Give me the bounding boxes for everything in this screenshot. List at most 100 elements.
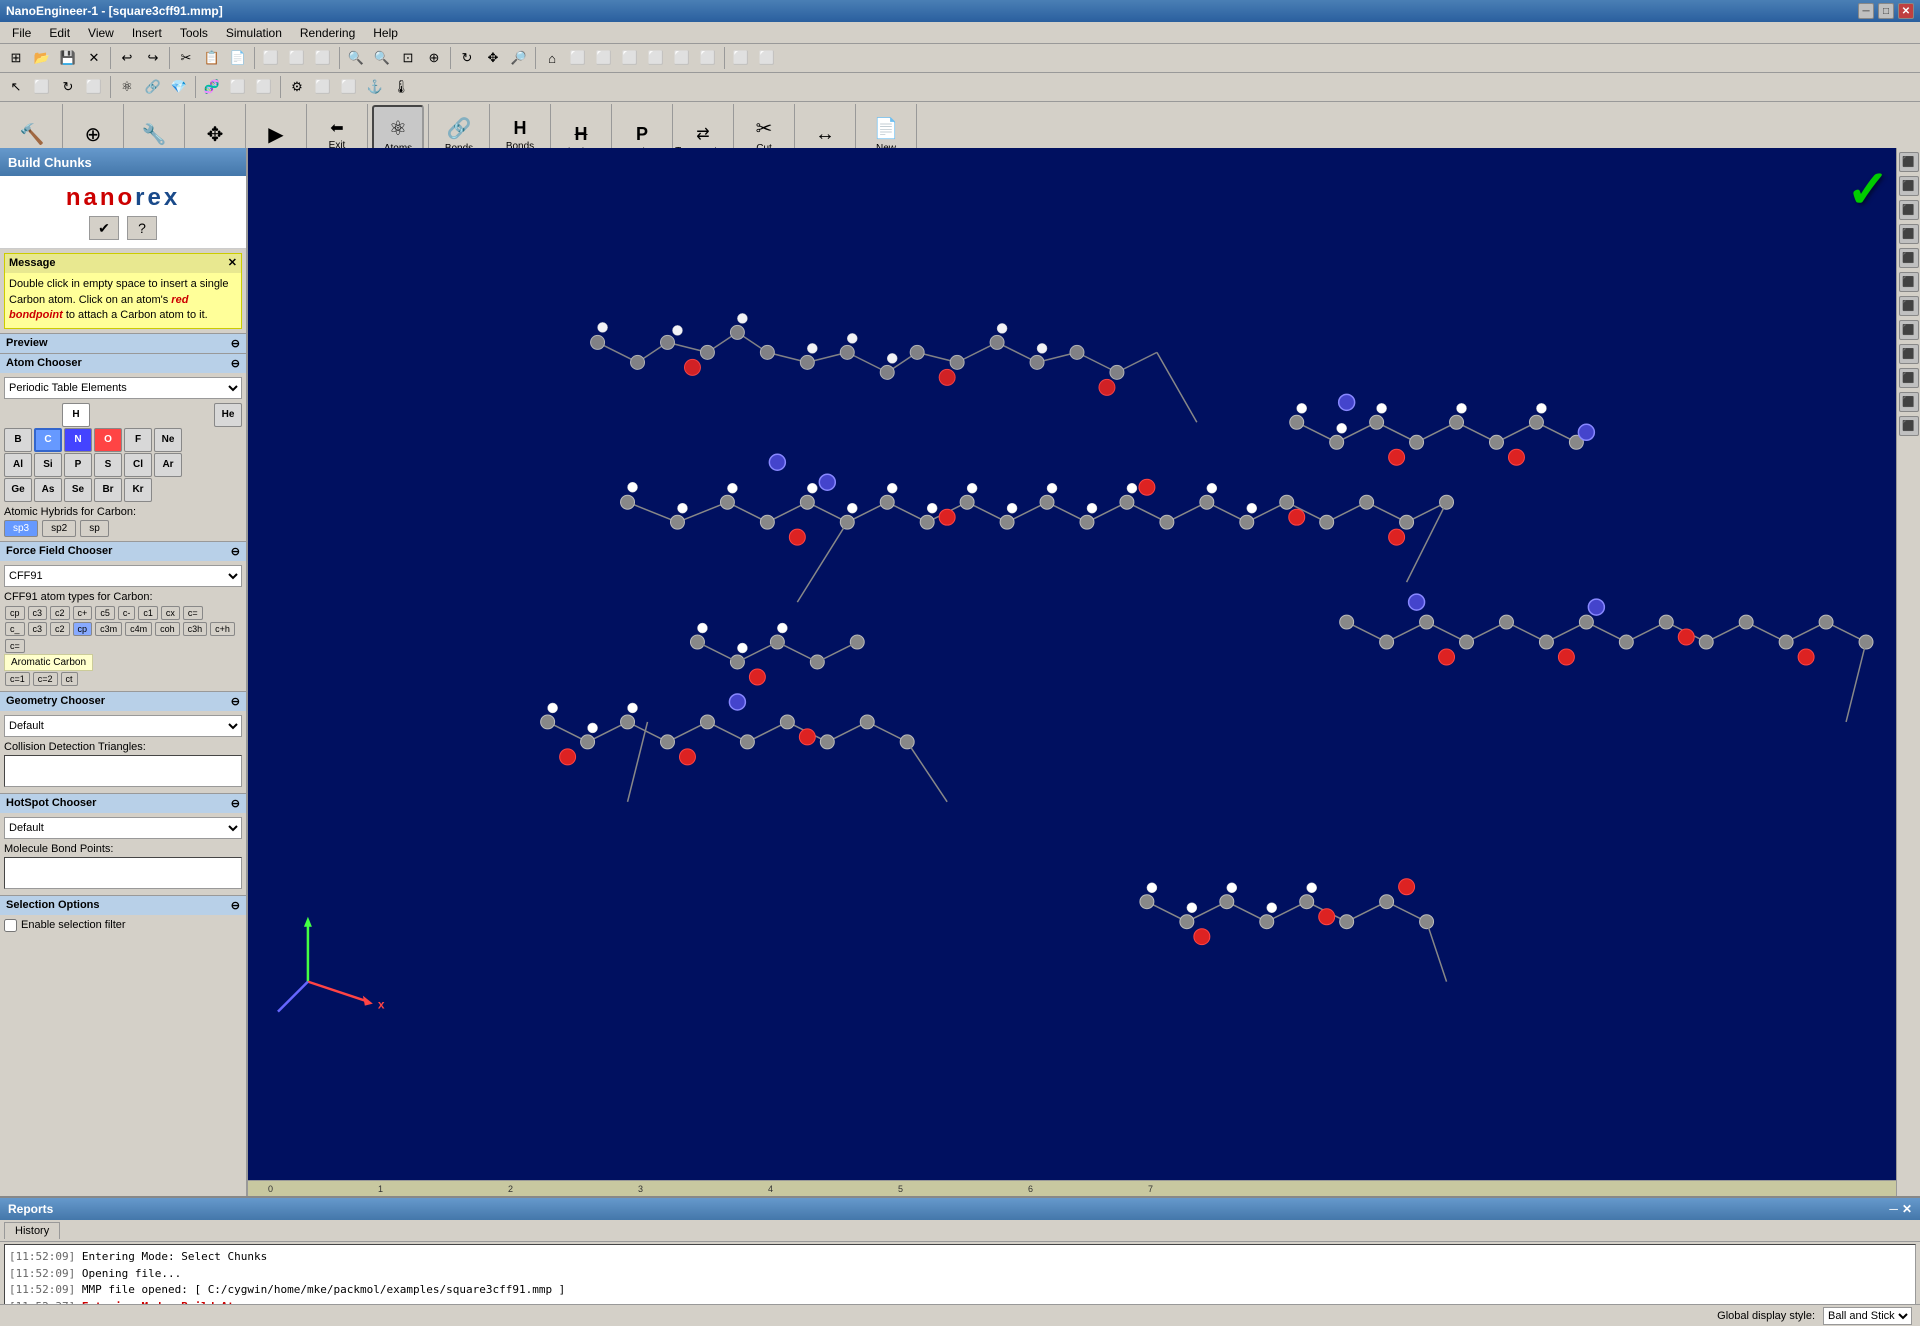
ff-ct[interactable]: ct [61, 672, 78, 686]
ff-c3[interactable]: c3 [28, 606, 48, 620]
tb2-dna[interactable]: 🧬 [200, 75, 224, 99]
right-btn-11[interactable]: ⬛ [1899, 392, 1919, 412]
tb-copy[interactable]: 📋 [200, 46, 224, 70]
ff-cp2[interactable]: cp [73, 622, 93, 636]
ff-c5[interactable]: c5 [95, 606, 115, 620]
element-C[interactable]: C [34, 428, 62, 452]
element-P[interactable]: P [64, 453, 92, 477]
ff-ceq[interactable]: c= [183, 606, 203, 620]
element-He[interactable]: He [214, 403, 242, 427]
tb-save[interactable]: 💾 [56, 46, 80, 70]
ff-c3m[interactable]: c3m [95, 622, 122, 636]
message-close[interactable]: ✕ [228, 256, 237, 271]
ff-cp[interactable]: cp [5, 606, 25, 620]
ff-ceqb[interactable]: c= [5, 639, 25, 653]
right-btn-4[interactable]: ⬛ [1899, 224, 1919, 244]
tb2-thermo[interactable]: 🌡 [389, 75, 413, 99]
tb-perspective[interactable]: ⬜ [729, 46, 753, 70]
selection-filter-checkbox[interactable] [4, 919, 17, 932]
tb-open[interactable]: 📂 [30, 46, 54, 70]
atom-chooser-header[interactable]: Atom Chooser ⊖ [0, 354, 246, 373]
geometry-toggle[interactable]: ⊖ [231, 695, 240, 708]
minimize-button[interactable]: ─ [1858, 3, 1874, 19]
menu-simulation[interactable]: Simulation [218, 24, 290, 42]
ff-c3b[interactable]: c3 [28, 622, 48, 636]
element-Si[interactable]: Si [34, 453, 62, 477]
menu-rendering[interactable]: Rendering [292, 24, 363, 42]
element-Se[interactable]: Se [64, 478, 92, 502]
ff-cx[interactable]: cx [161, 606, 180, 620]
tb-rotate[interactable]: ↻ [455, 46, 479, 70]
element-Br[interactable]: Br [94, 478, 122, 502]
reports-minimize[interactable]: ─ [1889, 1202, 1898, 1216]
element-Ar[interactable]: Ar [154, 453, 182, 477]
ff-c_[interactable]: c_ [5, 622, 25, 636]
tb2-select[interactable]: ↖ [4, 75, 28, 99]
selection-header[interactable]: Selection Options ⊖ [0, 896, 246, 915]
menu-edit[interactable]: Edit [41, 24, 78, 42]
ff-c1[interactable]: c1 [138, 606, 158, 620]
right-btn-1[interactable]: ⬛ [1899, 152, 1919, 172]
viewport[interactable]: x [248, 148, 1896, 1196]
tb-zoom[interactable]: 🔎 [507, 46, 531, 70]
tb2-rotate-sel[interactable]: ↻ [56, 75, 80, 99]
tb-redo[interactable]: ↪ [141, 46, 165, 70]
menu-file[interactable]: File [4, 24, 39, 42]
hotspot-toggle[interactable]: ⊖ [231, 797, 240, 810]
panel-scroll[interactable]: nanorex ✔ ? Message ✕ Double click in em… [0, 176, 246, 1196]
element-Al[interactable]: Al [4, 453, 32, 477]
right-btn-9[interactable]: ⬛ [1899, 344, 1919, 364]
tb-fit[interactable]: ⊡ [396, 46, 420, 70]
tb-invert[interactable]: ⬜ [311, 46, 335, 70]
tb2-spring[interactable]: ⬜ [337, 75, 361, 99]
ff-coh[interactable]: coh [155, 622, 180, 636]
molecule-viewport[interactable]: x [248, 148, 1896, 1196]
tb-bottom[interactable]: ⬜ [696, 46, 720, 70]
tb-zoom-in[interactable]: 🔍 [344, 46, 368, 70]
hotspot-header[interactable]: HotSpot Chooser ⊖ [0, 794, 246, 813]
right-btn-12[interactable]: ⬛ [1899, 416, 1919, 436]
display-style-select[interactable]: Ball and Stick CPK Lines Tubes VdW [1823, 1307, 1912, 1325]
right-btn-6[interactable]: ⬛ [1899, 272, 1919, 292]
tb-center[interactable]: ⊕ [422, 46, 446, 70]
tb-home[interactable]: ⌂ [540, 46, 564, 70]
tab-history[interactable]: History [4, 1222, 60, 1239]
force-field-header[interactable]: Force Field Chooser ⊖ [0, 542, 246, 561]
tb2-bonds[interactable]: 🔗 [141, 75, 165, 99]
tb-pan[interactable]: ✥ [481, 46, 505, 70]
tb-new[interactable]: ⊞ [4, 46, 28, 70]
element-Ne[interactable]: Ne [154, 428, 182, 452]
preview-toggle[interactable]: ⊖ [231, 337, 240, 350]
ff-c3h[interactable]: c3h [183, 622, 208, 636]
selection-toggle[interactable]: ⊖ [231, 899, 240, 912]
tb2-motor[interactable]: ⚙ [285, 75, 309, 99]
geometry-header[interactable]: Geometry Chooser ⊖ [0, 692, 246, 711]
element-N[interactable]: N [64, 428, 92, 452]
right-btn-5[interactable]: ⬛ [1899, 248, 1919, 268]
tb-front[interactable]: ⬜ [566, 46, 590, 70]
tb-zoom-out[interactable]: 🔍 [370, 46, 394, 70]
ff-cplus[interactable]: c+ [73, 606, 93, 620]
element-Kr[interactable]: Kr [124, 478, 152, 502]
tb-cut[interactable]: ✂ [174, 46, 198, 70]
tb-back[interactable]: ⬜ [592, 46, 616, 70]
tb-paste[interactable]: 📄 [226, 46, 250, 70]
menu-tools[interactable]: Tools [172, 24, 216, 42]
element-O[interactable]: O [94, 428, 122, 452]
tb-top[interactable]: ⬜ [670, 46, 694, 70]
tb2-bearing[interactable]: ⬜ [311, 75, 335, 99]
hybrid-sp2[interactable]: sp2 [42, 520, 76, 537]
tb2-move-sel[interactable]: ⬜ [30, 75, 54, 99]
menu-help[interactable]: Help [365, 24, 406, 42]
reports-close[interactable]: ✕ [1902, 1202, 1912, 1216]
logo-help-btn[interactable]: ? [127, 216, 157, 240]
selection-filter-label[interactable]: Enable selection filter [4, 919, 242, 932]
element-H[interactable]: H [62, 403, 90, 427]
atom-chooser-toggle[interactable]: ⊖ [231, 357, 240, 370]
menu-view[interactable]: View [80, 24, 122, 42]
right-btn-2[interactable]: ⬛ [1899, 176, 1919, 196]
tb2-anchor[interactable]: ⚓ [363, 75, 387, 99]
tb2-atoms[interactable]: ⚛ [115, 75, 139, 99]
tb-ortho[interactable]: ⬜ [755, 46, 779, 70]
periodic-table-dropdown[interactable]: Periodic Table Elements [4, 377, 242, 399]
